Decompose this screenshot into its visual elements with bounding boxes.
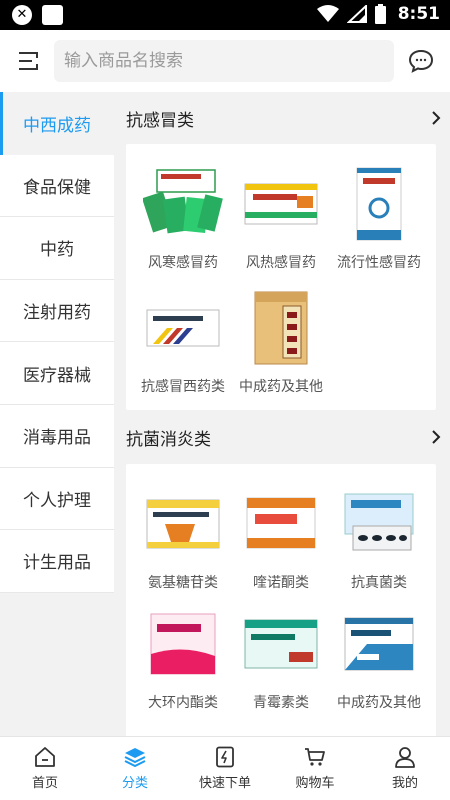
product-label: 抗真菌类 — [351, 575, 407, 591]
product-image — [244, 619, 318, 669]
product-label: 流行性感冒药 — [337, 255, 421, 271]
product-item[interactable]: 喹诺酮类 — [233, 484, 329, 604]
product-image — [150, 613, 216, 675]
section-title: 抗菌消炎类 — [126, 429, 211, 450]
status-bar: ✕ 8:51 — [0, 0, 450, 30]
signal-icon — [346, 5, 367, 23]
message-icon[interactable] — [408, 49, 434, 73]
sidebar-item-family-planning[interactable]: 计生用品 — [0, 530, 114, 593]
sidebar-item-label: 食品保健 — [23, 177, 91, 198]
product-label: 青霉素类 — [253, 695, 309, 711]
product-label: 风寒感冒药 — [148, 255, 218, 271]
sidebar-item-label: 医疗器械 — [23, 365, 91, 386]
chevron-right-icon[interactable] — [430, 429, 442, 445]
menu-icon[interactable] — [16, 50, 40, 72]
clock: 8:51 — [397, 4, 440, 24]
product-image — [146, 309, 220, 347]
sidebar-item-western-medicine[interactable]: 中西成药 — [0, 92, 114, 155]
sidebar-item-label: 消毒用品 — [23, 428, 91, 449]
nav-label: 购物车 — [295, 776, 335, 791]
sidebar-item-medical-devices[interactable]: 医疗器械 — [0, 342, 114, 405]
nav-label: 我的 — [391, 776, 418, 791]
product-item[interactable]: 风寒感冒药 — [135, 164, 231, 284]
nav-label: 首页 — [31, 776, 58, 791]
search-box[interactable] — [54, 40, 394, 82]
category-sidebar: 中西成药 食品保健 中药 注射用药 医疗器械 消毒用品 个人护理 计生用品 — [0, 92, 114, 593]
product-item[interactable]: 风热感冒药 — [233, 164, 329, 284]
section-header-antibacterial[interactable]: 抗菌消炎类 — [126, 417, 442, 457]
category-content: 抗感冒类 风寒感冒药 风热感冒药 流行性感冒药 抗感冒西药类 中成药及其他 抗菌… — [114, 92, 450, 736]
bottom-nav: 首页 分类 快速下单 购物车 我的 — [0, 736, 450, 800]
product-image — [254, 291, 308, 365]
nav-label: 分类 — [121, 776, 148, 791]
sidebar-item-personal-care[interactable]: 个人护理 — [0, 468, 114, 531]
product-image — [146, 499, 220, 549]
product-label: 中成药及其他 — [337, 695, 421, 711]
category-layers-icon — [124, 748, 146, 768]
product-label: 喹诺酮类 — [253, 575, 309, 591]
product-image — [246, 497, 316, 549]
product-item[interactable]: 抗真菌类 — [331, 484, 427, 604]
top-bar — [0, 30, 450, 92]
sidebar-item-label: 个人护理 — [23, 490, 91, 511]
product-item[interactable]: 中成药及其他 — [233, 288, 329, 408]
cart-icon — [305, 748, 325, 766]
notification-icon — [42, 5, 63, 25]
product-image — [356, 167, 402, 241]
product-card-antibacterial: 氨基糖苷类 喹诺酮类 抗真菌类 大环内酯类 青霉素类 中成药及其他 — [126, 464, 436, 736]
quick-order-icon — [216, 746, 234, 768]
product-label: 氨基糖苷类 — [148, 575, 218, 591]
product-image — [244, 183, 318, 225]
product-label: 中成药及其他 — [239, 379, 323, 395]
sidebar-item-label: 注射用药 — [23, 303, 91, 324]
nav-category[interactable]: 分类 — [90, 737, 180, 800]
sidebar-item-label: 中西成药 — [23, 115, 91, 136]
battery-icon — [374, 4, 386, 24]
sidebar-item-label: 计生用品 — [23, 553, 91, 574]
product-label: 风热感冒药 — [246, 255, 316, 271]
nav-home[interactable]: 首页 — [0, 737, 90, 800]
chevron-right-icon[interactable] — [430, 110, 442, 126]
product-image — [344, 617, 414, 671]
product-item[interactable]: 中成药及其他 — [331, 604, 427, 724]
product-item[interactable]: 大环内酯类 — [135, 604, 231, 724]
search-input[interactable] — [64, 40, 384, 82]
product-image — [344, 493, 414, 551]
shield-icon: ✕ — [12, 5, 32, 25]
sidebar-item-chinese-medicine[interactable]: 中药 — [0, 217, 114, 280]
home-icon — [35, 747, 55, 767]
profile-icon — [395, 747, 415, 768]
product-card-cold: 风寒感冒药 风热感冒药 流行性感冒药 抗感冒西药类 中成药及其他 — [126, 144, 436, 410]
section-header-cold[interactable]: 抗感冒类 — [126, 98, 442, 138]
product-label: 抗感冒西药类 — [141, 379, 225, 395]
product-image — [143, 169, 223, 234]
section-title: 抗感冒类 — [126, 110, 194, 131]
sidebar-item-disinfection[interactable]: 消毒用品 — [0, 405, 114, 468]
product-item[interactable]: 抗感冒西药类 — [135, 288, 231, 408]
sidebar-item-label: 中药 — [40, 240, 74, 261]
nav-profile[interactable]: 我的 — [360, 737, 450, 800]
nav-label: 快速下单 — [198, 776, 251, 791]
product-item[interactable]: 青霉素类 — [233, 604, 329, 724]
product-label: 大环内酯类 — [148, 695, 218, 711]
nav-cart[interactable]: 购物车 — [270, 737, 360, 800]
sidebar-item-injection[interactable]: 注射用药 — [0, 280, 114, 343]
wifi-icon — [316, 5, 339, 22]
sidebar-item-health-food[interactable]: 食品保健 — [0, 155, 114, 218]
nav-quick-order[interactable]: 快速下单 — [180, 737, 270, 800]
product-item[interactable]: 流行性感冒药 — [331, 164, 427, 284]
product-item[interactable]: 氨基糖苷类 — [135, 484, 231, 604]
